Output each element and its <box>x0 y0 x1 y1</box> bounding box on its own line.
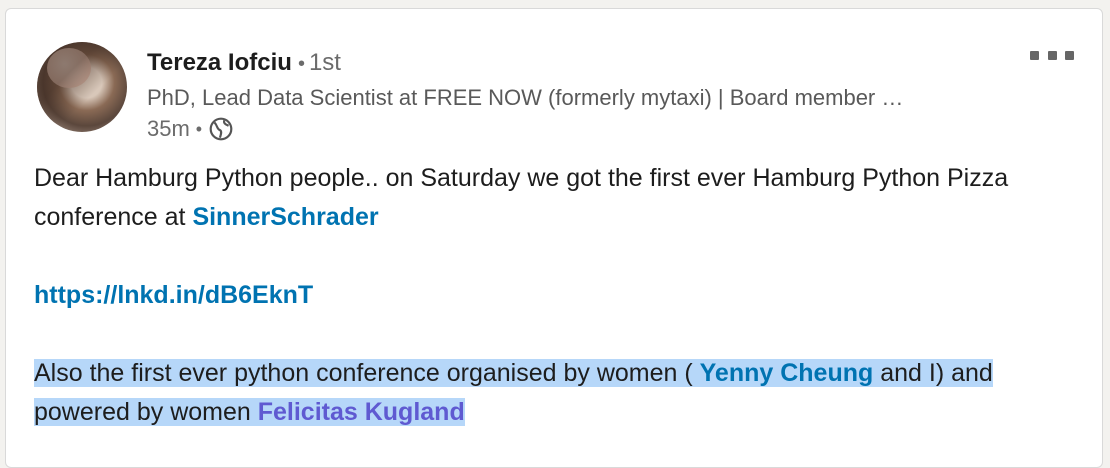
post-paragraph: Dear Hamburg Python people.. on Saturday… <box>34 159 1084 237</box>
connection-degree: 1st <box>308 49 341 76</box>
author-headline[interactable]: PhD, Lead Data Scientist at FREE NOW (fo… <box>147 84 999 112</box>
more-dot <box>1047 50 1057 60</box>
avatar-hair <box>37 42 127 132</box>
more-options-icon[interactable] <box>1030 45 1074 65</box>
post-meta: 35m • <box>147 115 234 143</box>
post-card: Tereza Iofciu • 1st PhD, Lead Data Scienti… <box>5 8 1103 468</box>
post-time: 35m <box>147 116 190 141</box>
post-body: Dear Hamburg Python people.. on Saturday… <box>34 159 1084 432</box>
post-paragraph-selected: Also the first ever python conference or… <box>34 354 1084 432</box>
globe-icon <box>209 117 233 141</box>
post-text: Dear Hamburg Python people.. on Saturday… <box>34 164 1009 231</box>
author-name[interactable]: Tereza Iofciu <box>147 49 292 76</box>
mention-sinnerschrader[interactable]: SinnerSchrader <box>192 203 378 231</box>
author-avatar[interactable] <box>37 42 127 132</box>
separator-dot: • <box>297 53 305 75</box>
post-link[interactable]: https://lnkd.in/dB6EknT <box>34 281 313 309</box>
mention-felicitas-kugland[interactable]: Felicitas Kugland <box>257 398 465 426</box>
more-dot <box>1030 50 1039 60</box>
meta-separator-dot: • <box>195 119 203 139</box>
post-paragraph: https://lnkd.in/dB6EknT <box>34 276 1084 315</box>
selected-text: Also the first ever python conference or… <box>34 359 700 387</box>
more-dot <box>1065 50 1074 60</box>
mention-yenny-cheung[interactable]: Yenny Cheung <box>699 359 874 387</box>
author-name-line: Tereza Iofciu • 1st <box>147 49 341 78</box>
